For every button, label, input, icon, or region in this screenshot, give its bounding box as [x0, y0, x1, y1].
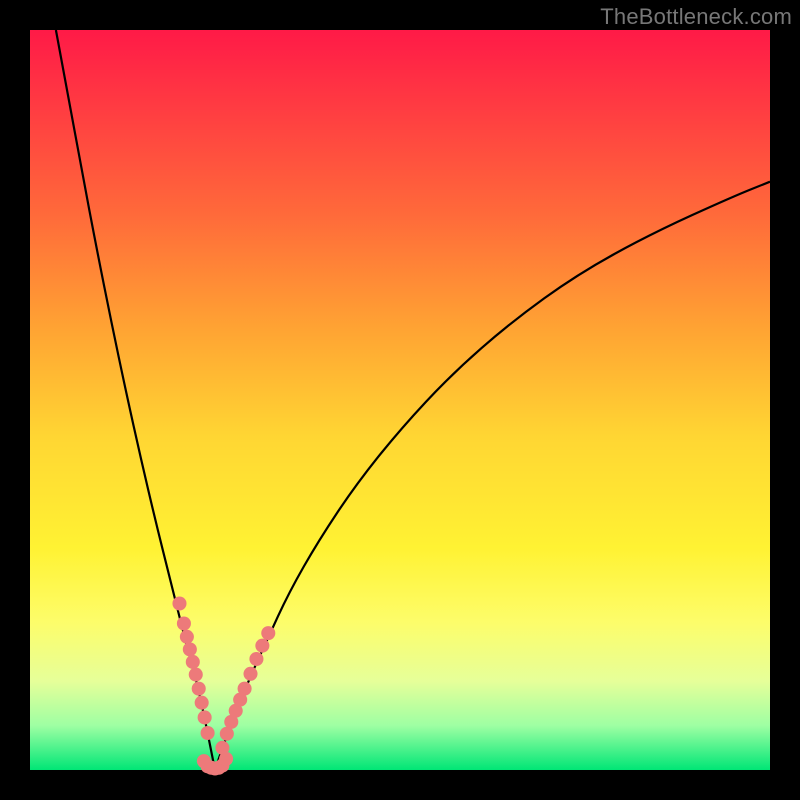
bottleneck-curve-right	[215, 182, 770, 770]
data-point	[243, 667, 257, 681]
data-point	[255, 639, 269, 653]
data-point	[238, 682, 252, 696]
data-point	[183, 642, 197, 656]
data-point	[180, 630, 194, 644]
data-point	[172, 596, 186, 610]
chart-frame: TheBottleneck.com	[0, 0, 800, 800]
data-point	[261, 626, 275, 640]
data-point	[186, 655, 200, 669]
data-point	[189, 668, 203, 682]
data-markers	[172, 596, 275, 775]
data-point	[219, 752, 233, 766]
data-point	[198, 710, 212, 724]
data-point	[177, 616, 191, 630]
data-point	[195, 696, 209, 710]
data-point	[197, 754, 211, 768]
data-point	[192, 682, 206, 696]
plot-area	[30, 30, 770, 770]
chart-svg	[30, 30, 770, 770]
data-point	[249, 652, 263, 666]
data-point	[201, 726, 215, 740]
watermark-text: TheBottleneck.com	[600, 4, 792, 30]
